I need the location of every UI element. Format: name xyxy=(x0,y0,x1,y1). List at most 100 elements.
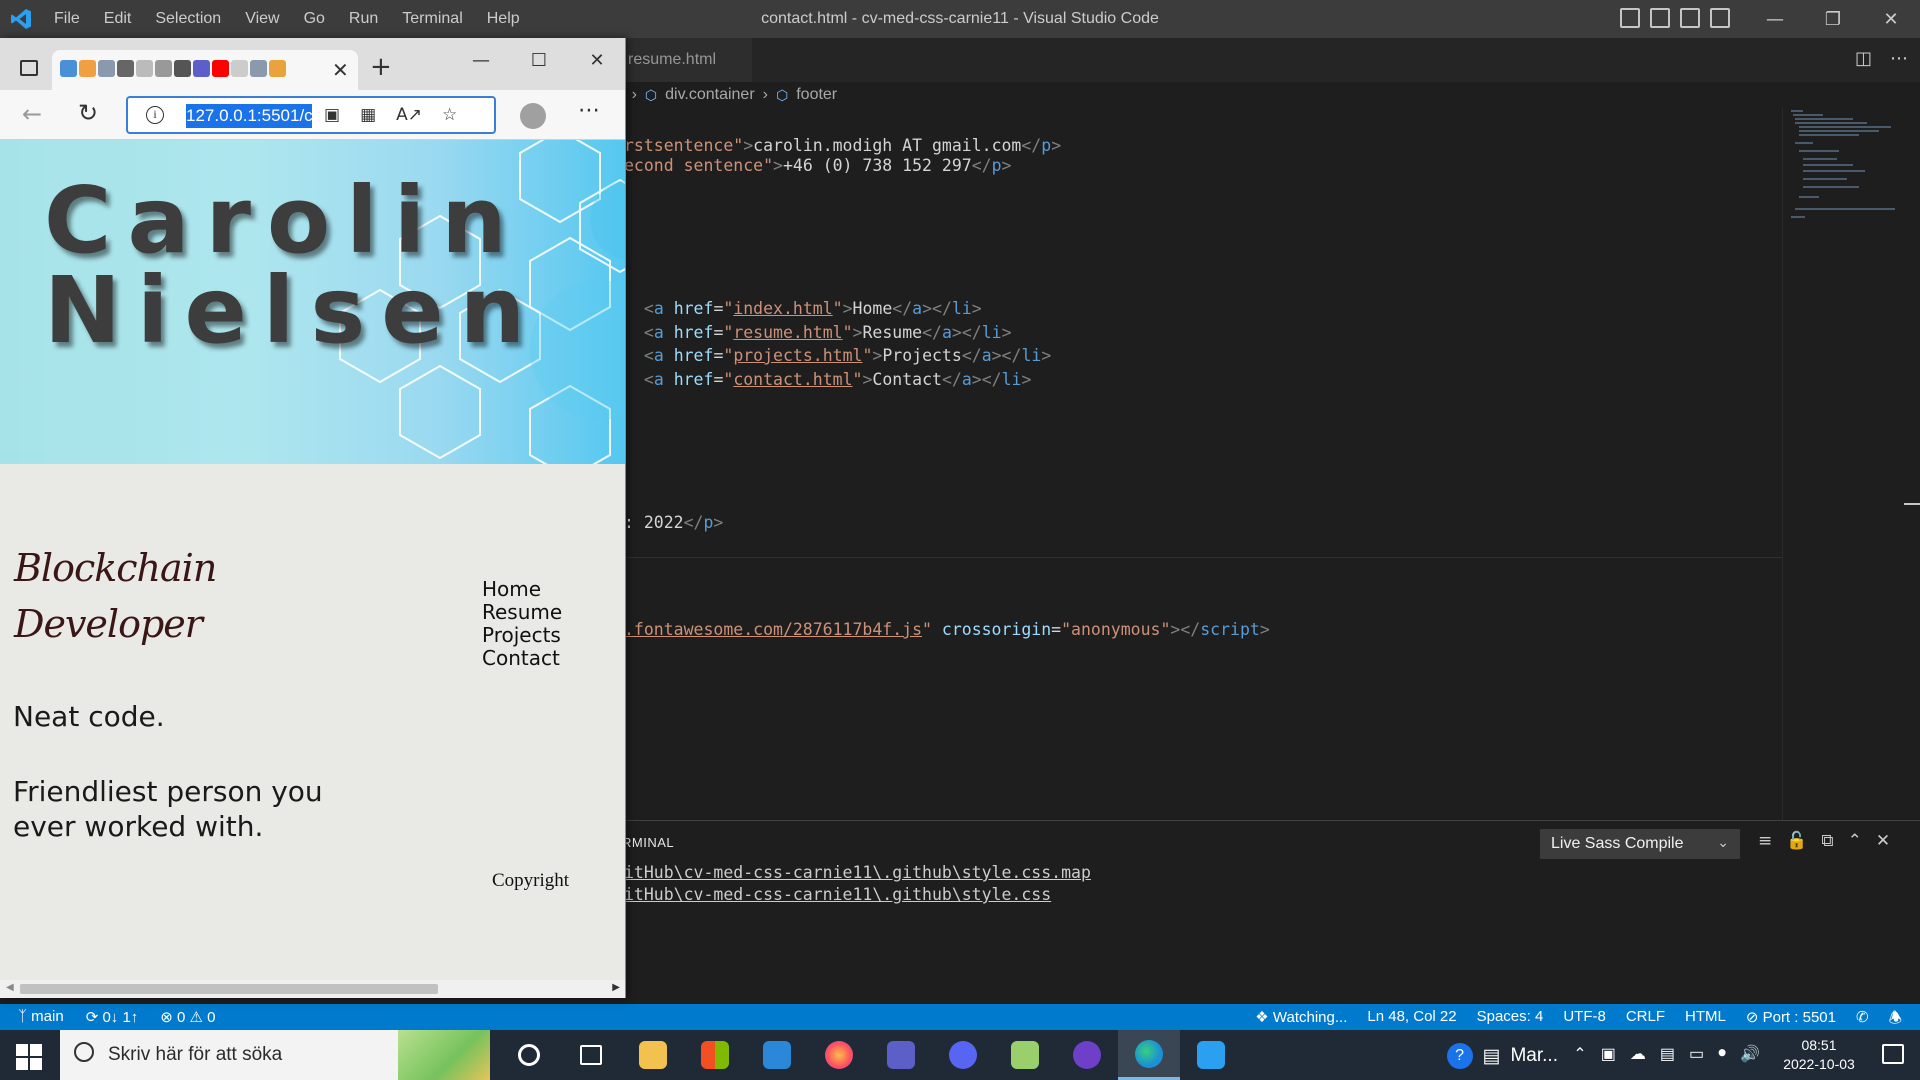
code-editor[interactable]: rstsentence">carolin.modigh AT gmail.com… xyxy=(612,108,1782,820)
mail-icon[interactable] xyxy=(746,1030,808,1080)
code-link[interactable]: index.html xyxy=(733,299,832,318)
horizontal-scrollbar[interactable]: ◀ ▶ xyxy=(0,980,625,998)
favicon-icon[interactable] xyxy=(269,60,286,77)
minimap[interactable] xyxy=(1782,108,1902,820)
task-view-icon[interactable] xyxy=(560,1030,622,1080)
system-clock[interactable]: 08:51 2022-10-03 xyxy=(1774,1036,1864,1074)
menu-view[interactable]: View xyxy=(233,10,291,28)
cortana-icon[interactable] xyxy=(498,1030,560,1080)
taskbar-pinned-app[interactable]: ? ▤ Mar... xyxy=(1446,1043,1558,1069)
close-tab-icon[interactable]: ✕ xyxy=(332,58,349,82)
device-icon[interactable]: ▣ xyxy=(1601,1044,1616,1064)
url-text[interactable]: 127.0.0.1:5501/c xyxy=(186,104,312,128)
tab-actions-icon[interactable] xyxy=(20,60,38,76)
favicon-icon[interactable] xyxy=(174,60,191,77)
minimize-icon[interactable]: — xyxy=(452,50,510,71)
refresh-icon[interactable]: ↻ xyxy=(78,99,98,127)
qr-code-icon[interactable]: ▦ xyxy=(360,105,376,125)
minimize-icon[interactable]: — xyxy=(1746,0,1804,38)
microsoft-store-icon[interactable] xyxy=(684,1030,746,1080)
scroll-right-icon[interactable]: ▶ xyxy=(612,982,620,993)
vscode-taskbar-icon[interactable] xyxy=(1180,1030,1242,1080)
favicon-icon[interactable] xyxy=(79,60,96,77)
nav-link-projects[interactable]: Projects xyxy=(482,624,562,647)
breadcrumb-item[interactable]: div.container xyxy=(665,86,755,104)
scroll-thumb[interactable] xyxy=(20,984,438,994)
menu-selection[interactable]: Selection xyxy=(143,10,233,28)
code-link[interactable]: contact.html xyxy=(733,370,852,389)
menu-file[interactable]: File xyxy=(42,10,92,28)
menu-help[interactable]: Help xyxy=(475,10,532,28)
sync-status[interactable]: ⟳ 0↓ 1↑ xyxy=(86,1008,139,1026)
editor-scrollbar[interactable] xyxy=(1902,108,1920,820)
new-tab-icon[interactable]: + xyxy=(370,52,392,82)
taskbar-search-box[interactable]: Skriv här för att söka xyxy=(60,1030,490,1080)
close-panel-icon[interactable]: ✕ xyxy=(1876,831,1890,851)
favicon-icon[interactable] xyxy=(231,60,248,77)
battery-icon[interactable]: ▭ xyxy=(1689,1044,1704,1064)
github-desktop-icon[interactable] xyxy=(1056,1030,1118,1080)
close-icon[interactable]: ✕ xyxy=(568,50,625,71)
windows-start-icon[interactable] xyxy=(12,1042,48,1070)
close-icon[interactable]: ✕ xyxy=(1862,0,1920,38)
toggle-sidebar-icon[interactable] xyxy=(1620,8,1640,28)
menu-run[interactable]: Run xyxy=(337,10,390,28)
problems-status[interactable]: ⊗ 0 ⚠ 0 xyxy=(160,1008,215,1026)
browser-tab-strip[interactable]: ✕ xyxy=(52,50,358,90)
add-favorite-icon[interactable]: ☆ xyxy=(442,105,457,125)
code-link[interactable]: projects.html xyxy=(733,346,862,365)
app-available-icon[interactable]: ▣ xyxy=(324,105,340,125)
file-explorer-icon[interactable] xyxy=(622,1030,684,1080)
onedrive-cloud-icon[interactable]: ☁ xyxy=(1630,1044,1646,1064)
more-options-icon[interactable]: ⋯ xyxy=(578,98,600,123)
show-hidden-icons-icon[interactable]: ⌃ xyxy=(1573,1044,1586,1064)
favicon-icon[interactable] xyxy=(117,60,134,77)
menu-edit[interactable]: Edit xyxy=(92,10,144,28)
nav-link-resume[interactable]: Resume xyxy=(482,601,562,624)
git-branch-status[interactable]: ᛉ main xyxy=(18,1008,64,1026)
read-aloud-icon[interactable]: A↗ xyxy=(396,105,422,125)
output-line[interactable]: itHub\cv-med-css-carnie11\.github\style.… xyxy=(624,863,1091,882)
open-log-icon[interactable]: ⧉ xyxy=(1821,831,1833,851)
favicon-icon[interactable] xyxy=(98,60,115,77)
customize-layout-icon[interactable] xyxy=(1710,8,1730,28)
more-actions-icon[interactable]: ⋯ xyxy=(1890,48,1908,69)
site-info-icon[interactable]: i xyxy=(146,106,164,124)
maximize-panel-icon[interactable]: ⌃ xyxy=(1848,831,1862,851)
notepad-plus-plus-icon[interactable] xyxy=(994,1030,1056,1080)
monitor-icon[interactable]: ▤ xyxy=(1660,1044,1675,1064)
nav-link-contact[interactable]: Contact xyxy=(482,647,562,670)
scroll-left-icon[interactable]: ◀ xyxy=(6,982,14,993)
back-arrow-icon[interactable]: ← xyxy=(22,100,42,128)
volume-icon[interactable]: 🔊 xyxy=(1740,1044,1760,1064)
menu-terminal[interactable]: Terminal xyxy=(390,10,474,28)
breadcrumb-item[interactable]: footer xyxy=(796,86,837,104)
address-bar[interactable]: i 127.0.0.1:5501/c ▣ ▦ A↗ ☆ xyxy=(126,96,496,134)
panel-title[interactable]: RMINAL xyxy=(622,835,674,850)
code-link[interactable]: resume.html xyxy=(733,323,842,342)
clear-output-icon[interactable]: ≡ xyxy=(1758,831,1772,851)
output-channel-select[interactable]: Live Sass Compile ⌄ xyxy=(1540,829,1740,859)
wifi-icon[interactable]: ⦁ xyxy=(1718,1044,1726,1064)
favicon-icon[interactable] xyxy=(193,60,210,77)
nav-link-home[interactable]: Home xyxy=(482,578,562,601)
favicon-icon[interactable] xyxy=(60,60,77,77)
profile-avatar[interactable] xyxy=(520,103,546,129)
lock-icon[interactable]: 🔓 xyxy=(1786,831,1807,851)
code-link[interactable]: .fontawesome.com/2876117b4f.js xyxy=(624,620,922,639)
help-icon[interactable]: ? xyxy=(1446,1043,1473,1069)
discord-icon[interactable] xyxy=(932,1030,994,1080)
favicon-icon[interactable] xyxy=(250,60,267,77)
split-editor-icon[interactable]: ◫ xyxy=(1855,48,1872,69)
toggle-secondary-sidebar-icon[interactable] xyxy=(1680,8,1700,28)
output-line[interactable]: itHub\cv-med-css-carnie11\.github\style.… xyxy=(624,885,1051,904)
action-center-icon[interactable] xyxy=(1882,1044,1904,1064)
teams-icon[interactable] xyxy=(870,1030,932,1080)
favicon-icon[interactable] xyxy=(155,60,172,77)
menu-go[interactable]: Go xyxy=(292,10,337,28)
toggle-panel-icon[interactable] xyxy=(1650,8,1670,28)
document-app-icon[interactable]: ▤ xyxy=(1483,1045,1501,1068)
favicon-icon[interactable] xyxy=(212,60,229,77)
restore-icon[interactable]: ❐ xyxy=(1804,0,1862,38)
edge-icon[interactable] xyxy=(1118,1030,1180,1080)
